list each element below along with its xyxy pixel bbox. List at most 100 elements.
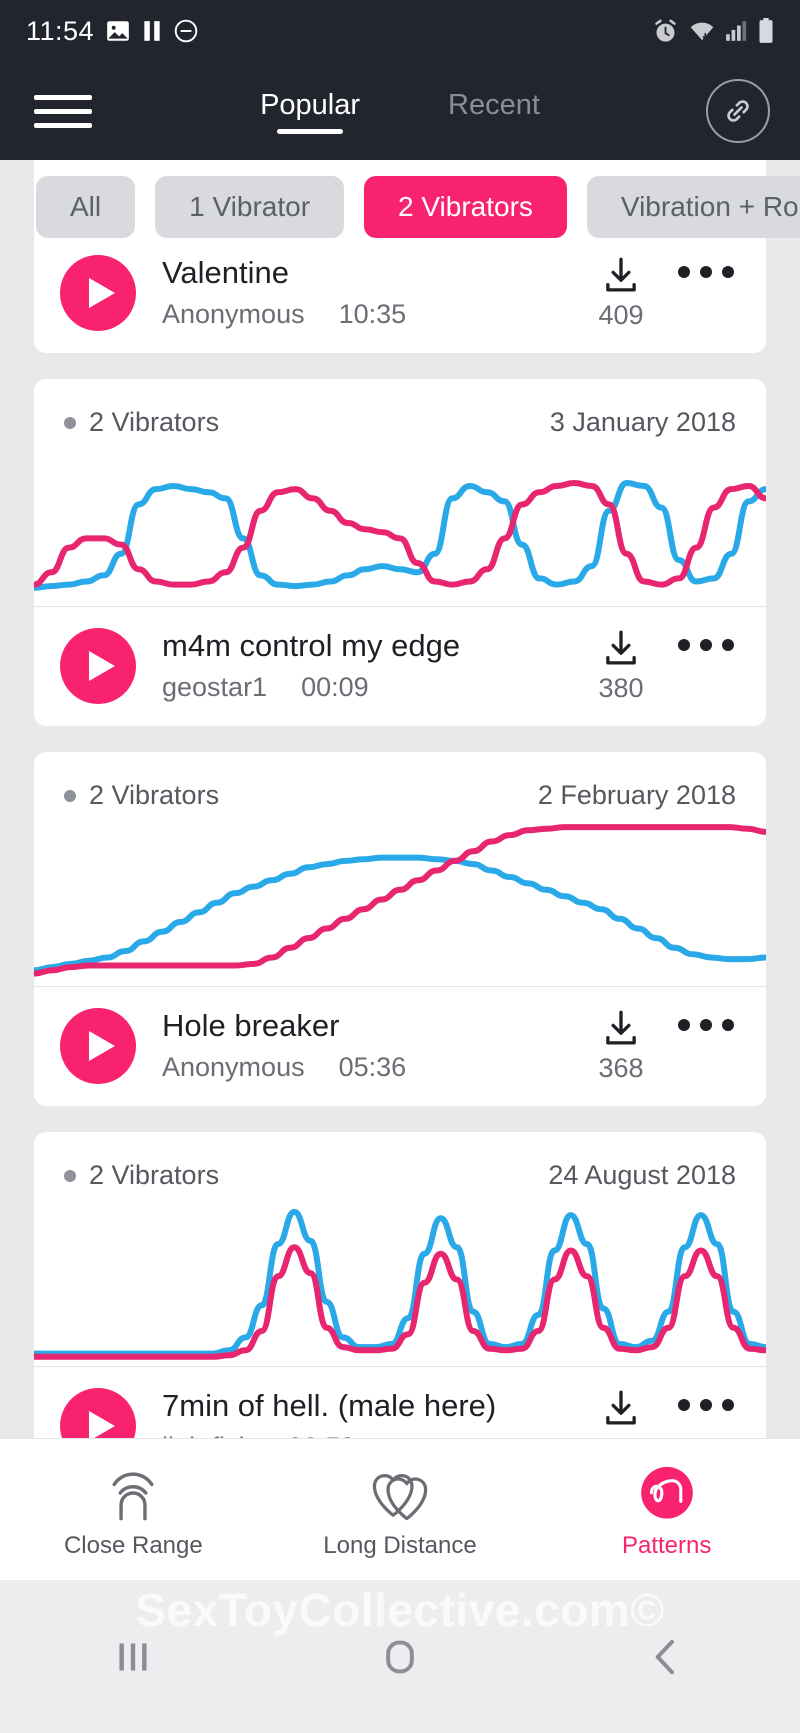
pattern-card[interactable]: Valentine Anonymous 10:35 409 bbox=[34, 142, 766, 353]
play-icon bbox=[88, 1410, 115, 1441]
pattern-actions: 409 bbox=[598, 254, 740, 331]
pattern-waveform-chart bbox=[34, 811, 766, 986]
pattern-type: 2 Vibrators bbox=[64, 1160, 219, 1191]
play-icon bbox=[88, 650, 115, 681]
pattern-card-footer: Hole breaker Anonymous 05:36 368 bbox=[34, 986, 766, 1106]
download-icon[interactable] bbox=[598, 1007, 644, 1049]
nav-item-close-range[interactable]: Close Range bbox=[0, 1460, 267, 1560]
app-bar: Popular Recent bbox=[0, 62, 800, 160]
status-bar: 11:54 bbox=[0, 0, 800, 62]
filter-chip-vibration-rotation[interactable]: Vibration + Ro bbox=[586, 176, 800, 238]
waveform-line-vibrator-blue bbox=[34, 1212, 766, 1354]
pattern-title: m4m control my edge bbox=[162, 628, 461, 663]
more-options-icon[interactable] bbox=[678, 639, 734, 651]
download-control[interactable]: 380 bbox=[598, 627, 644, 704]
close-range-icon bbox=[104, 1460, 162, 1522]
pattern-date: 3 January 2018 bbox=[549, 407, 736, 437]
waveform-line-vibrator-pink bbox=[34, 1247, 766, 1357]
nav-label-close-range: Close Range bbox=[63, 1531, 203, 1559]
nav-item-patterns[interactable]: Patterns bbox=[533, 1460, 800, 1560]
play-button[interactable] bbox=[60, 254, 136, 331]
wifi-icon bbox=[690, 22, 714, 41]
pattern-duration: 05:36 bbox=[338, 1052, 407, 1082]
hamburger-line bbox=[34, 94, 92, 100]
hamburger-line bbox=[34, 122, 92, 128]
pattern-card[interactable]: 2 Vibrators 24 August 2018 7min of hell.… bbox=[34, 1132, 766, 1486]
status-time: 11:54 bbox=[26, 15, 95, 46]
pattern-card-header: 2 Vibrators 2 February 2018 bbox=[34, 752, 766, 811]
battery-icon bbox=[759, 18, 773, 43]
pattern-card-header: 2 Vibrators 24 August 2018 bbox=[34, 1132, 766, 1191]
nav-item-long-distance[interactable]: Long Distance bbox=[267, 1460, 534, 1560]
download-icon[interactable] bbox=[598, 1387, 644, 1429]
pattern-card[interactable]: 2 Vibrators 3 January 2018 m4m control m… bbox=[34, 379, 766, 726]
tab-popular[interactable]: Popular bbox=[260, 89, 360, 134]
pattern-author: Anonymous bbox=[162, 1052, 305, 1082]
link-icon[interactable] bbox=[706, 79, 770, 143]
more-options-icon[interactable] bbox=[678, 1399, 734, 1411]
download-control[interactable]: 409 bbox=[598, 254, 644, 331]
more-options-icon[interactable] bbox=[678, 266, 734, 278]
pattern-author: Anonymous bbox=[162, 299, 305, 329]
status-bar-right bbox=[652, 18, 774, 45]
image-icon bbox=[107, 21, 129, 41]
pattern-card-header: 2 Vibrators 3 January 2018 bbox=[34, 379, 766, 438]
nav-label-patterns: Patterns bbox=[621, 1531, 712, 1559]
pattern-waveform-chart bbox=[34, 438, 766, 606]
nav-label-long-distance: Long Distance bbox=[323, 1531, 477, 1559]
home-icon[interactable] bbox=[267, 1635, 534, 1679]
download-count: 409 bbox=[598, 300, 644, 330]
bottom-navigation: Close Range Long Distance Patterns bbox=[0, 1438, 800, 1580]
waveform-line-vibrator-blue bbox=[34, 858, 766, 971]
more-options-icon[interactable] bbox=[678, 1019, 734, 1031]
pattern-meta: Anonymous 10:35 bbox=[162, 299, 598, 330]
download-icon[interactable] bbox=[598, 627, 644, 669]
back-icon[interactable] bbox=[533, 1635, 800, 1679]
hamburger-menu-icon[interactable] bbox=[34, 94, 92, 128]
download-control[interactable]: 368 bbox=[598, 1007, 644, 1084]
pattern-meta: geostar1 00:09 bbox=[162, 672, 598, 703]
pattern-type-label: 2 Vibrators bbox=[89, 1160, 220, 1190]
tab-bar: Popular Recent bbox=[0, 89, 800, 134]
pattern-type-label: 2 Vibrators bbox=[89, 780, 220, 810]
play-icon bbox=[88, 277, 115, 308]
pattern-list: Valentine Anonymous 10:35 409 2 Vibrator… bbox=[0, 142, 800, 1486]
type-dot-icon bbox=[64, 1169, 76, 1182]
pattern-title: Hole breaker bbox=[162, 1008, 340, 1043]
signal-icon bbox=[726, 21, 747, 41]
pattern-type: 2 Vibrators bbox=[64, 780, 219, 811]
play-button[interactable] bbox=[60, 627, 136, 704]
pattern-duration: 00:09 bbox=[301, 672, 369, 702]
status-bar-left: 11:54 bbox=[26, 16, 199, 47]
pattern-actions: 368 bbox=[598, 1007, 740, 1084]
pattern-author: geostar1 bbox=[162, 672, 268, 702]
download-icon[interactable] bbox=[598, 254, 644, 296]
link-glyph bbox=[727, 100, 749, 122]
recents-icon[interactable] bbox=[0, 1635, 267, 1679]
tab-recent[interactable]: Recent bbox=[448, 89, 540, 134]
alarm-icon bbox=[655, 19, 676, 42]
filter-chip-2-vibrators[interactable]: 2 Vibrators bbox=[364, 176, 567, 238]
tab-recent-label: Recent bbox=[448, 88, 540, 121]
pattern-card[interactable]: 2 Vibrators 2 February 2018 Hole breaker… bbox=[34, 752, 766, 1106]
filter-chip-1-vibrator[interactable]: 1 Vibrator bbox=[155, 176, 345, 238]
type-dot-icon bbox=[64, 789, 76, 802]
play-button[interactable] bbox=[60, 1007, 136, 1084]
patterns-wave-icon bbox=[636, 1460, 698, 1522]
pattern-actions: 380 bbox=[598, 627, 740, 704]
hamburger-line bbox=[34, 108, 92, 114]
pattern-info: Valentine Anonymous 10:35 bbox=[162, 255, 598, 330]
pattern-title: 7min of hell. (male here) bbox=[162, 1388, 497, 1423]
hearts-icon bbox=[369, 1460, 431, 1522]
pattern-duration: 10:35 bbox=[338, 299, 407, 329]
download-count: 368 bbox=[598, 1053, 644, 1083]
pattern-title: Valentine bbox=[162, 255, 289, 290]
pattern-card-footer: m4m control my edge geostar1 00:09 380 bbox=[34, 606, 766, 726]
pattern-type-label: 2 Vibrators bbox=[89, 407, 220, 437]
filter-chip-all[interactable]: All bbox=[36, 176, 136, 238]
tab-popular-label: Popular bbox=[260, 88, 361, 121]
pause-icon bbox=[144, 21, 160, 41]
type-dot-icon bbox=[64, 416, 76, 429]
pattern-info: Hole breaker Anonymous 05:36 bbox=[162, 1008, 598, 1083]
download-count: 380 bbox=[598, 673, 644, 703]
